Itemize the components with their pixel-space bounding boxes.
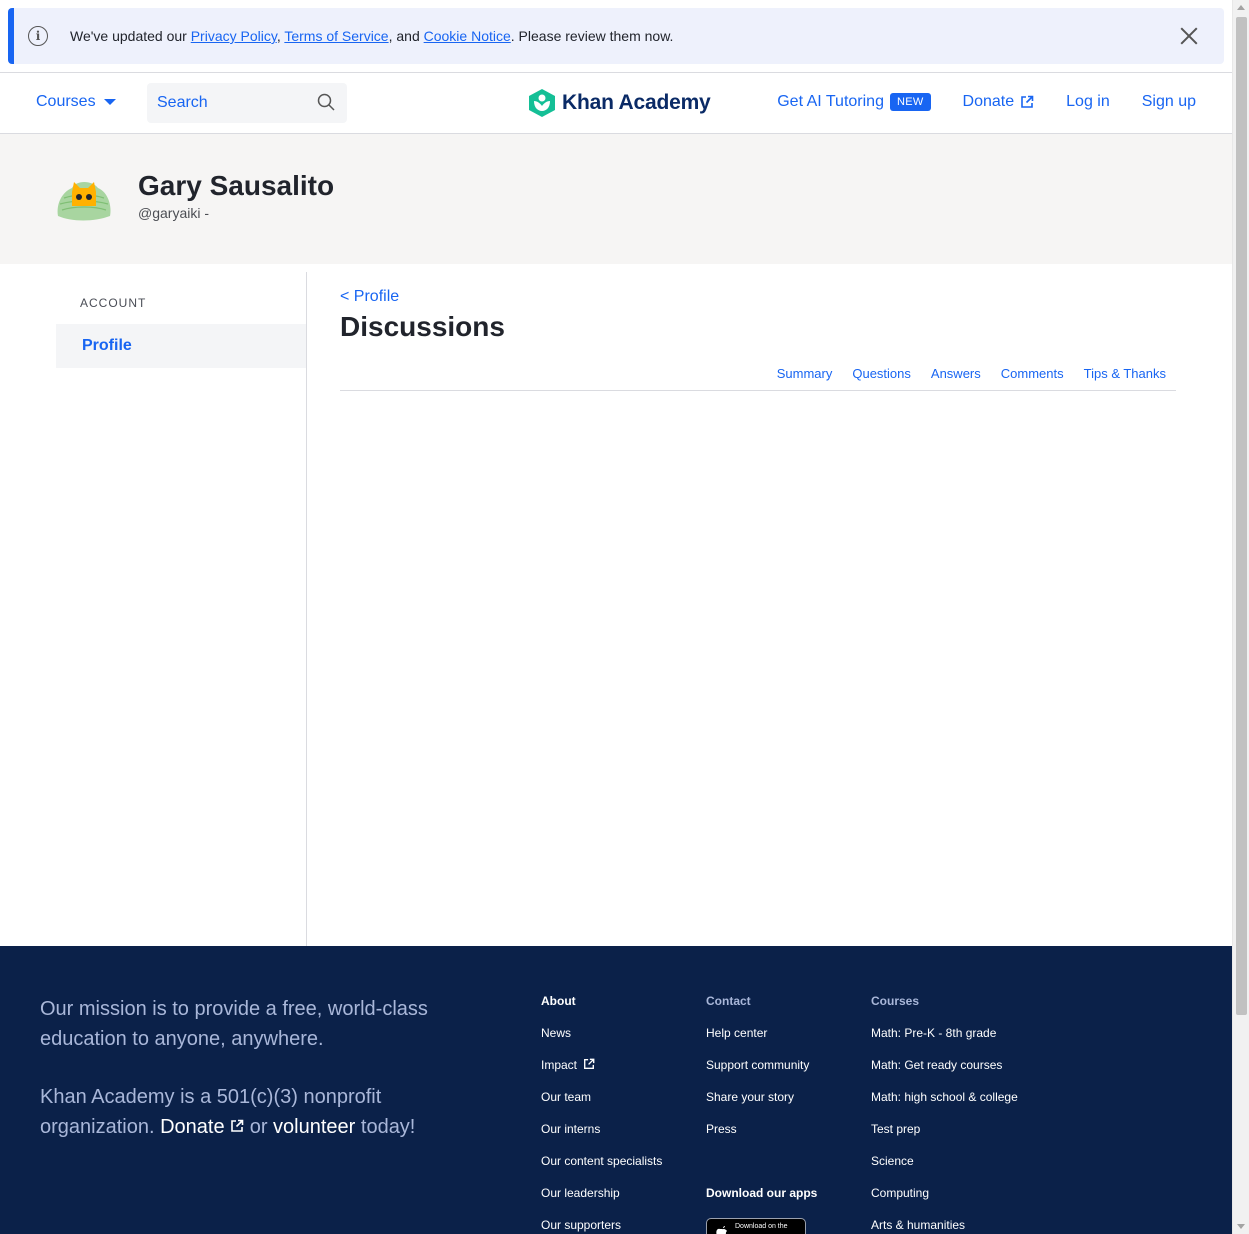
footer-link-leadership[interactable]: Our leadership (541, 1186, 662, 1218)
external-link-icon (231, 1119, 244, 1132)
back-to-profile-link[interactable]: < Profile (340, 288, 399, 306)
footer-contact-heading: Contact (706, 994, 751, 1008)
footer-link-arts-humanities[interactable]: Arts & humanities (871, 1218, 1018, 1234)
info-icon: i (28, 26, 48, 46)
external-link-icon (584, 1058, 595, 1069)
scroll-down-icon[interactable] (1237, 1224, 1245, 1229)
search-box[interactable] (147, 83, 347, 123)
donate-link[interactable]: Donate (963, 93, 1035, 111)
discussion-tabs: Summary Questions Answers Comments Tips … (777, 366, 1166, 381)
tabs-divider (340, 390, 1176, 391)
privacy-policy-link[interactable]: Privacy Policy (191, 28, 277, 44)
khan-academy-logo[interactable]: Khan Academy (528, 88, 711, 118)
nonprofit-statement: Khan Academy is a 501(c)(3) nonprofit or… (40, 1086, 416, 1138)
footer-courses-heading: Courses (871, 994, 920, 1008)
footer-link-supporters[interactable]: Our supporters (541, 1218, 662, 1234)
footer-link-math-prek-8[interactable]: Math: Pre-K - 8th grade (871, 1026, 1018, 1058)
profile-handle: @garyaiki - (138, 205, 210, 221)
notice-text: We've updated our Privacy Policy, Terms … (70, 28, 674, 44)
app-store-button[interactable]: Download on the (706, 1218, 806, 1234)
ai-tutoring-link[interactable]: Get AI Tutoring NEW (777, 93, 931, 111)
page-scrollbar[interactable] (1232, 0, 1249, 1234)
tab-tips-thanks[interactable]: Tips & Thanks (1084, 366, 1166, 381)
search-icon[interactable] (317, 93, 335, 111)
terms-of-service-link[interactable]: Terms of Service (284, 28, 388, 44)
profile-name: Gary Sausalito (138, 170, 335, 201)
signup-link[interactable]: Sign up (1142, 93, 1196, 111)
site-header: Courses Khan Academy Get AI Tutoring NEW… (0, 72, 1232, 134)
footer-courses-column: Courses Math: Pre-K - 8th grade Math: Ge… (871, 994, 1018, 1234)
courses-menu-button[interactable]: Courses (36, 93, 116, 111)
sidebar-divider (306, 272, 307, 946)
scrollbar-thumb[interactable] (1236, 17, 1247, 1015)
footer-link-math-high-school[interactable]: Math: high school & college (871, 1090, 1018, 1122)
footer-link-our-team[interactable]: Our team (541, 1090, 662, 1122)
khan-academy-logo-icon (529, 89, 555, 117)
mission-statement: Our mission is to provide a free, world-… (40, 998, 428, 1050)
scroll-up-icon[interactable] (1237, 5, 1245, 10)
footer-link-share-story[interactable]: Share your story (706, 1090, 809, 1122)
footer-link-impact[interactable]: Impact (541, 1058, 662, 1090)
avatar (57, 182, 111, 221)
new-badge: NEW (889, 93, 931, 111)
footer-link-science[interactable]: Science (871, 1154, 1018, 1186)
app-store-label: Download on the (735, 1223, 788, 1230)
footer-link-help-center[interactable]: Help center (706, 1026, 809, 1058)
login-link[interactable]: Log in (1066, 93, 1110, 111)
courses-label: Courses (36, 93, 96, 110)
chevron-down-icon (103, 99, 116, 105)
footer-about-column: About News Impact Our team Our interns O… (541, 994, 662, 1234)
page-title: Discussions (340, 311, 505, 342)
search-input[interactable] (157, 94, 307, 112)
policy-notice-banner: i We've updated our Privacy Policy, Term… (8, 8, 1224, 64)
footer-link-support-community[interactable]: Support community (706, 1058, 809, 1090)
tab-summary[interactable]: Summary (777, 366, 833, 381)
header-nav: Get AI Tutoring NEW Donate Log in Sign u… (777, 93, 1196, 111)
volunteer-link[interactable]: volunteer (273, 1116, 355, 1138)
footer-link-news[interactable]: News (541, 1026, 662, 1058)
footer-link-computing[interactable]: Computing (871, 1186, 1018, 1218)
site-footer: Our mission is to provide a free, world-… (0, 946, 1232, 1234)
footer-link-math-get-ready[interactable]: Math: Get ready courses (871, 1058, 1018, 1090)
footer-about-heading: About (541, 994, 576, 1008)
close-icon[interactable] (1178, 25, 1200, 47)
tab-answers[interactable]: Answers (931, 366, 981, 381)
sidebar-section-heading: ACCOUNT (80, 296, 147, 310)
sidebar-item-profile[interactable]: Profile (56, 324, 306, 368)
cookie-notice-link[interactable]: Cookie Notice (424, 28, 511, 44)
footer-link-press[interactable]: Press (706, 1122, 809, 1154)
download-apps-heading: Download our apps (706, 1186, 818, 1200)
profile-banner: Gary Sausalito @garyaiki - (0, 134, 1232, 264)
tab-questions[interactable]: Questions (852, 366, 911, 381)
footer-contact-column: Contact Help center Support community Sh… (706, 994, 809, 1154)
apple-icon (716, 1226, 727, 1234)
tab-comments[interactable]: Comments (1001, 366, 1064, 381)
footer-link-test-prep[interactable]: Test prep (871, 1122, 1018, 1154)
footer-donate-link[interactable]: Donate (160, 1116, 244, 1138)
footer-link-our-interns[interactable]: Our interns (541, 1122, 662, 1154)
external-link-icon (1021, 95, 1034, 108)
logo-text: Khan Academy (562, 91, 711, 114)
footer-link-content-specialists[interactable]: Our content specialists (541, 1154, 662, 1186)
